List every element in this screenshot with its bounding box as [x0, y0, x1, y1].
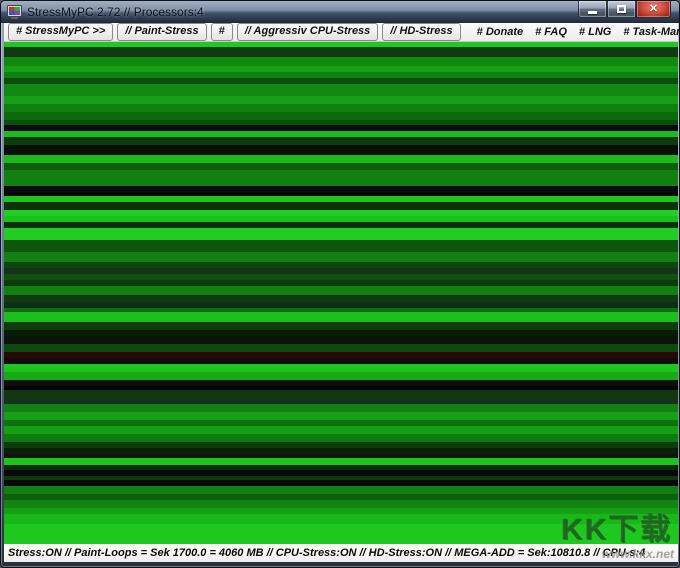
paint-stripe [4, 322, 678, 330]
paint-stripe [4, 240, 678, 252]
paint-stripe [4, 163, 678, 170]
paint-stripe [4, 228, 678, 240]
menu-bar: # StressMyPC >> // Paint-Stress # // Agg… [4, 23, 678, 42]
paint-stripe [4, 57, 678, 66]
paint-stripe [4, 47, 678, 57]
maximize-icon [617, 5, 626, 13]
title-bar[interactable]: StressMyPC 2.72 // Processors:4 ✕ [1, 1, 679, 23]
paint-stripe [4, 372, 678, 380]
close-button[interactable]: ✕ [636, 1, 671, 18]
paint-stripe [4, 145, 678, 152]
menu-button-hd-stress[interactable]: // HD-Stress [382, 23, 460, 40]
paint-stripe [4, 84, 678, 96]
paint-stripe [4, 434, 678, 442]
menu-item-donate[interactable]: # Donate [473, 25, 527, 40]
paint-stripe [4, 364, 678, 372]
app-icon [7, 5, 22, 19]
paint-stripe [4, 344, 678, 352]
paint-stripe [4, 104, 678, 112]
frame-body: # StressMyPC >> // Paint-Stress # // Agg… [4, 23, 678, 562]
paint-stripe [4, 312, 678, 322]
paint-stripe [4, 137, 678, 145]
paint-stripe [4, 170, 678, 186]
minimize-button[interactable] [578, 1, 607, 18]
status-text: Stress:ON // Paint-Loops = Sek 1700.0 = … [8, 547, 645, 559]
paint-stripe [4, 390, 678, 398]
paint-stripe [4, 514, 678, 524]
maximize-button[interactable] [607, 1, 636, 18]
paint-stripe [4, 295, 678, 302]
paint-stripe [4, 155, 678, 163]
menu-item-faq[interactable]: # FAQ [531, 25, 571, 40]
paint-stripe [4, 500, 678, 508]
menu-button-hash[interactable]: # [211, 23, 233, 40]
paint-stripe [4, 426, 678, 434]
paint-stripe [4, 486, 678, 494]
paint-stripe [4, 404, 678, 412]
paint-stripe [4, 412, 678, 420]
menu-button-stressmypc[interactable]: # StressMyPC >> [8, 23, 113, 40]
paint-stripe [4, 112, 678, 120]
paint-stripe [4, 458, 678, 465]
paint-stripe [4, 202, 678, 210]
paint-stripe [4, 96, 678, 104]
paint-stripe [4, 336, 678, 344]
window-title: StressMyPC 2.72 // Processors:4 [27, 5, 204, 19]
menu-button-paint-stress[interactable]: // Paint-Stress [117, 23, 206, 40]
app-window: StressMyPC 2.72 // Processors:4 ✕ # Stre… [0, 0, 680, 568]
minimize-icon [588, 11, 597, 14]
status-bar: Stress:ON // Paint-Loops = Sek 1700.0 = … [4, 544, 678, 562]
menu-item-task-manager[interactable]: # Task-Manager [619, 25, 680, 40]
window-controls: ✕ [578, 1, 671, 18]
menu-item-lng[interactable]: # LNG [575, 25, 615, 40]
menu-button-aggressiv-cpu-stress[interactable]: // Aggressiv CPU-Stress [237, 23, 379, 40]
close-icon: ✕ [649, 4, 658, 15]
paint-canvas: KK下载 [4, 42, 678, 544]
paint-stripe [4, 524, 678, 544]
paint-stripe [4, 286, 678, 295]
paint-stripe [4, 252, 678, 262]
